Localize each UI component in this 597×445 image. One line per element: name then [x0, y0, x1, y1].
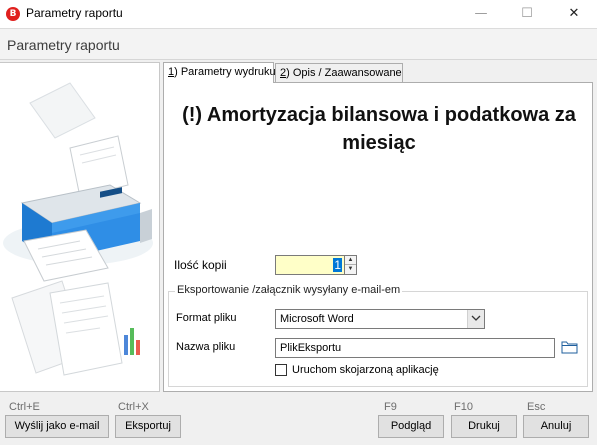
print-button[interactable]: Drukuj	[451, 415, 517, 438]
file-format-label: Format pliku	[176, 312, 237, 324]
copies-label: Ilość kopii	[174, 258, 227, 272]
window-title: Parametry raportu	[26, 6, 123, 20]
copies-input[interactable]: 1	[275, 255, 345, 275]
copies-spin-buttons: ▲ ▼	[345, 255, 357, 275]
cancel-hotkey: Esc	[527, 401, 546, 413]
tab-1-label: ) Parametry wydruku	[174, 66, 276, 78]
open-app-label: Uruchom skojarzoną aplikację	[292, 364, 439, 376]
tab-opis-zaawansowane[interactable]: 2) Opis / Zaawansowane	[275, 63, 403, 82]
file-format-select[interactable]: Microsoft Word	[275, 309, 485, 329]
report-title: (!) Amortyzacja bilansowa i podatkowa za…	[174, 101, 584, 157]
send-email-button[interactable]: Wyślij jako e-mail	[5, 415, 109, 438]
file-name-label: Nazwa pliku	[176, 341, 236, 353]
printer-illustration-icon	[3, 82, 153, 376]
tab-panel-parametry: (!) Amortyzacja bilansowa i podatkowa za…	[163, 82, 593, 392]
copies-value: 1	[333, 258, 342, 272]
file-format-value: Microsoft Word	[280, 313, 354, 325]
illustration-panel	[0, 62, 160, 392]
preview-hotkey: F9	[384, 401, 397, 413]
preview-button[interactable]: Podgląd	[378, 415, 444, 438]
app-logo-icon: B	[6, 7, 20, 21]
chevron-down-icon[interactable]	[467, 310, 484, 328]
open-app-checkbox[interactable]	[275, 364, 287, 376]
dialog-footer: Ctrl+E Wyślij jako e-mail Ctrl+X Eksport…	[0, 397, 597, 445]
dialog-title: Parametry raportu	[7, 37, 120, 53]
maximize-button[interactable]: ☐	[504, 0, 550, 28]
spin-down-icon[interactable]: ▼	[345, 265, 356, 274]
export-group-legend: Eksportowanie /załącznik wysyłany e-mail…	[175, 284, 403, 296]
file-name-input[interactable]: PlikEksportu	[275, 338, 555, 358]
close-button[interactable]: ✕	[551, 0, 597, 28]
spin-up-icon[interactable]: ▲	[345, 256, 356, 265]
title-bar: B Parametry raportu — ☐ ✕	[0, 0, 597, 28]
copies-stepper[interactable]: 1 ▲ ▼	[275, 255, 359, 275]
report-title-line-2: miesiąc	[342, 132, 416, 154]
tab-parametry-wydruku[interactable]: 1) Parametry wydruku	[163, 62, 276, 83]
export-button[interactable]: Eksportuj	[115, 415, 181, 438]
dialog-body: 1) Parametry wydruku 2) Opis / Zaawansow…	[0, 60, 597, 397]
tab-2-label: ) Opis / Zaawansowane	[286, 67, 402, 79]
export-group: Eksportowanie /załącznik wysyłany e-mail…	[168, 284, 588, 387]
report-title-line-1: (!) Amortyzacja bilansowa i podatkowa za	[182, 104, 576, 126]
folder-browse-icon[interactable]	[561, 340, 578, 354]
email-hotkey: Ctrl+E	[9, 401, 40, 413]
dialog-header: Parametry raportu	[0, 28, 597, 60]
cancel-button[interactable]: Anuluj	[523, 415, 589, 438]
export-hotkey: Ctrl+X	[118, 401, 149, 413]
minimize-button[interactable]: —	[458, 0, 504, 28]
print-hotkey: F10	[454, 401, 473, 413]
